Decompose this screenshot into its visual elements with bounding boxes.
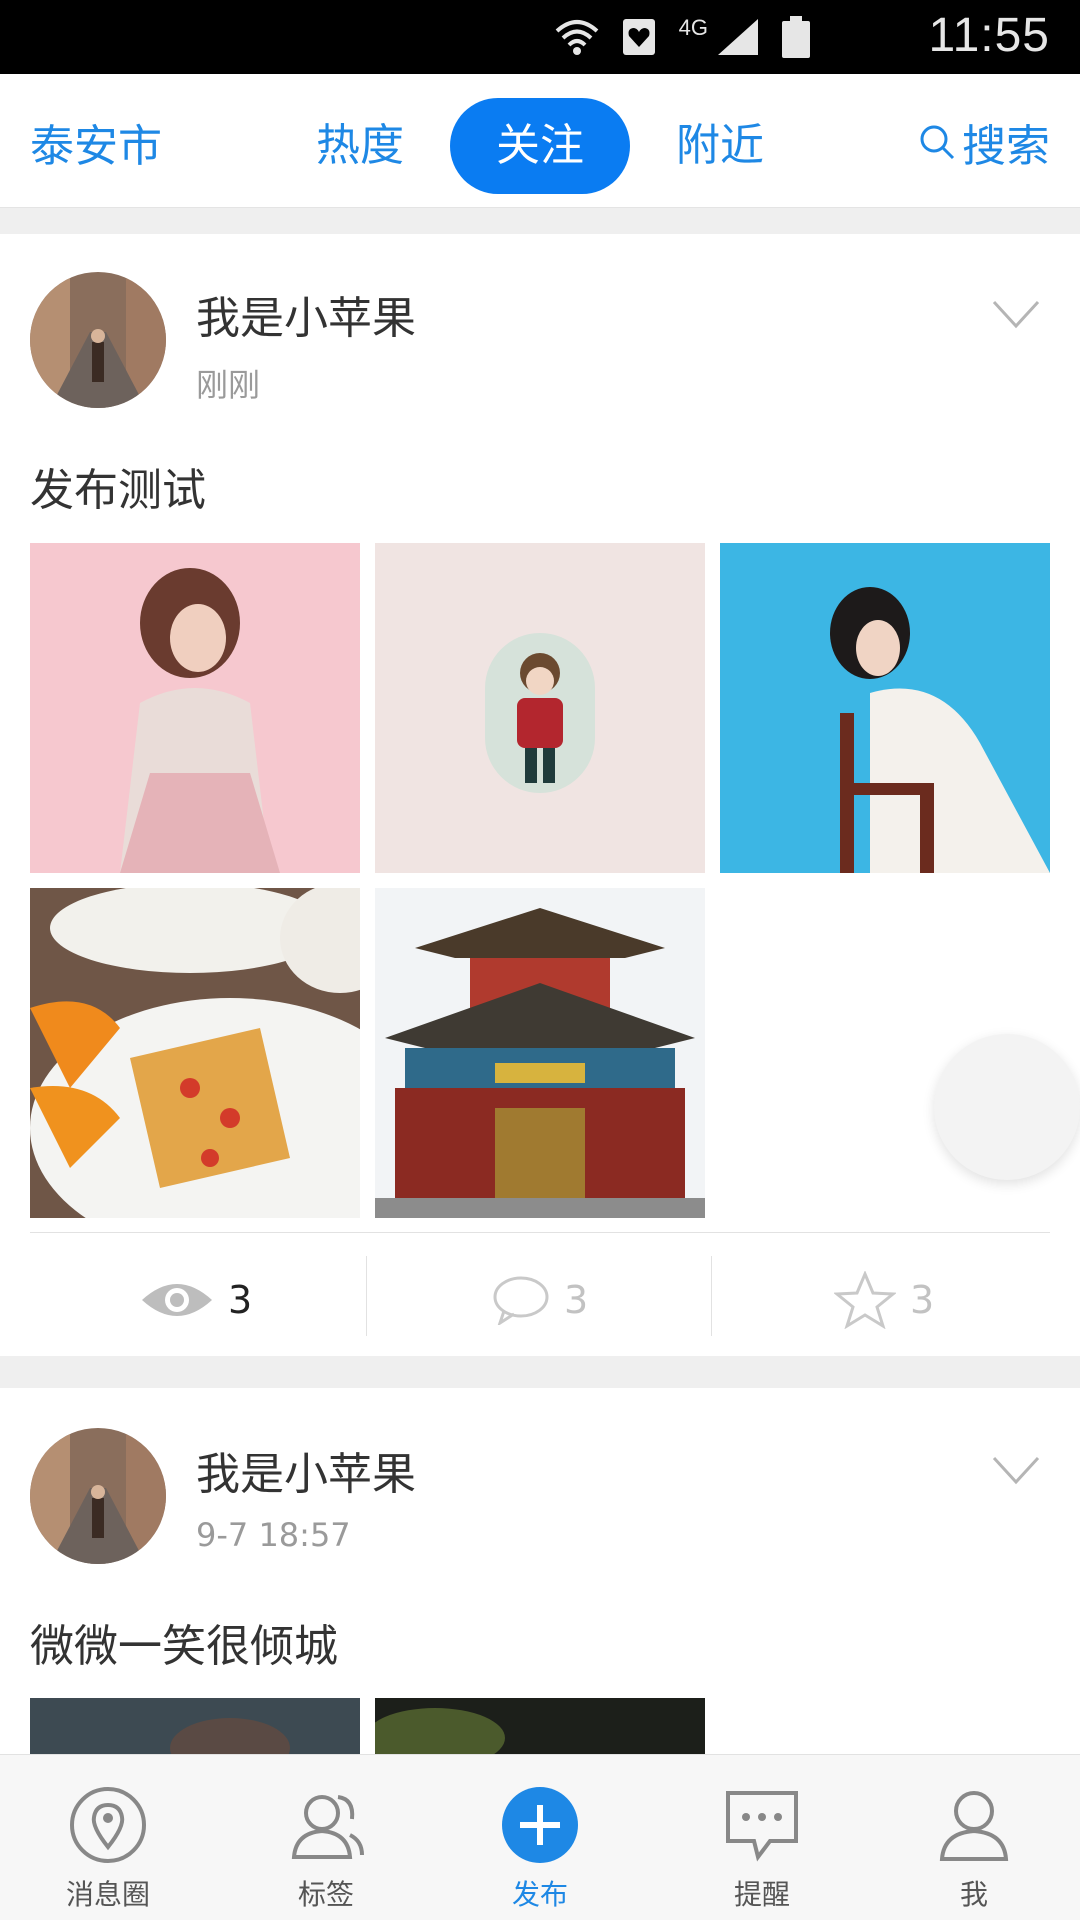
bottom-nav-bar: 消息圈 标签 发布 提醒 我	[0, 1754, 1080, 1920]
chevron-down-icon[interactable]	[992, 300, 1040, 330]
message-icon	[726, 1791, 798, 1862]
floating-button[interactable]	[934, 1034, 1080, 1180]
post-image[interactable]	[375, 888, 705, 1218]
post-image[interactable]	[375, 1698, 705, 1754]
chevron-down-icon[interactable]	[992, 1456, 1040, 1486]
post-time: 刚刚	[196, 366, 261, 404]
nav-item-moments[interactable]: 消息圈	[8, 1755, 208, 1921]
favorites-count: 3	[910, 1278, 935, 1322]
top-nav-bar: 泰安市 热度 关注 附近 搜索	[0, 74, 1080, 208]
favorites-stat[interactable]: 3	[834, 1260, 934, 1340]
avatar[interactable]	[30, 272, 166, 408]
avatar[interactable]	[30, 1428, 166, 1564]
post-username[interactable]: 我是小苹果	[196, 1438, 416, 1502]
nav-label: 发布	[511, 1878, 568, 1911]
section-gap	[0, 208, 1080, 234]
location-pin-icon	[70, 1787, 146, 1863]
tab-hot[interactable]: 热度	[300, 98, 420, 194]
nav-item-me[interactable]: 我	[874, 1755, 1074, 1921]
comments-count: 3	[564, 1278, 589, 1322]
nav-label: 我	[959, 1878, 988, 1911]
search-icon	[920, 125, 955, 160]
tab-follow[interactable]: 关注	[450, 98, 630, 194]
city-selector[interactable]: 泰安市	[30, 110, 162, 174]
status-icons: 4G	[555, 14, 810, 60]
nav-item-publish[interactable]: 发布	[440, 1755, 640, 1921]
search-label: 搜索	[962, 121, 1050, 172]
post-text: 发布测试	[30, 465, 206, 516]
nav-label: 提醒	[733, 1878, 790, 1911]
post-image[interactable]	[375, 543, 705, 873]
post-image[interactable]	[30, 1698, 360, 1754]
user-icon	[939, 1791, 1009, 1861]
views-count: 3	[228, 1278, 253, 1322]
divider	[30, 1232, 1050, 1233]
signal-icon	[718, 19, 758, 55]
users-icon	[291, 1795, 364, 1859]
comments-stat[interactable]: 3	[492, 1260, 588, 1340]
plus-circle-icon	[502, 1787, 578, 1863]
post-image[interactable]	[30, 543, 360, 873]
eye-icon	[142, 1284, 212, 1316]
network-type-label: 4G	[678, 15, 708, 40]
tab-nearby[interactable]: 附近	[660, 98, 780, 194]
views-stat[interactable]: 3	[140, 1260, 252, 1340]
section-gap	[0, 1356, 1080, 1388]
status-bar: 4G 11:55	[0, 0, 1080, 74]
nav-label: 消息圈	[65, 1878, 150, 1911]
search-button[interactable]: 搜索	[918, 110, 1050, 174]
nav-label: 标签	[297, 1878, 354, 1911]
star-icon	[834, 1271, 896, 1329]
divider	[366, 1256, 367, 1336]
wifi-icon	[555, 20, 598, 55]
post-text: 微微一笑很倾城	[30, 1621, 338, 1672]
heart-sim-icon	[622, 19, 655, 55]
post-image[interactable]	[720, 543, 1050, 873]
nav-item-tags[interactable]: 标签	[226, 1755, 426, 1921]
battery-icon	[782, 16, 810, 58]
divider	[711, 1256, 712, 1336]
post-time: 9-7 18:57	[196, 1516, 351, 1554]
clock: 11:55	[928, 9, 1050, 62]
post-image[interactable]	[30, 888, 360, 1218]
comment-icon	[493, 1276, 549, 1325]
post-username[interactable]: 我是小苹果	[196, 282, 416, 346]
nav-item-reminders[interactable]: 提醒	[662, 1755, 862, 1921]
